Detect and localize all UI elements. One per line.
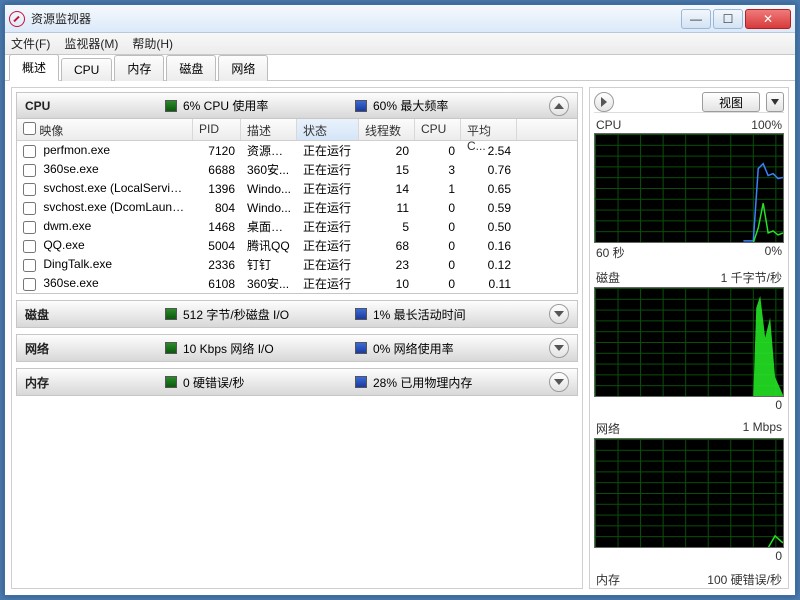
table-row[interactable]: dwm.exe1468桌面窗...正在运行500.50 bbox=[17, 217, 577, 236]
row-checkbox[interactable] bbox=[23, 221, 36, 234]
collapse-cpu-button[interactable] bbox=[549, 96, 569, 116]
network-section-title: 网络 bbox=[25, 340, 155, 357]
select-all-checkbox[interactable] bbox=[23, 122, 36, 135]
cpu-section: CPU 6% CPU 使用率 60% 最大频率 映像 PID 描述 状态 线程数… bbox=[16, 92, 578, 294]
tab-cpu[interactable]: CPU bbox=[61, 58, 112, 81]
disk-chart bbox=[594, 287, 784, 397]
left-pane: CPU 6% CPU 使用率 60% 最大频率 映像 PID 描述 状态 线程数… bbox=[11, 87, 583, 589]
tab-memory[interactable]: 内存 bbox=[114, 55, 164, 81]
cpu-table-body: perfmon.exe7120资源和...正在运行2002.54 360se.e… bbox=[17, 141, 577, 293]
network-section-header[interactable]: 网络 10 Kbps 网络 I/O 0% 网络使用率 bbox=[17, 335, 577, 361]
tabbar: 概述 CPU 内存 磁盘 网络 bbox=[5, 55, 795, 81]
tab-network[interactable]: 网络 bbox=[218, 55, 268, 81]
tab-disk[interactable]: 磁盘 bbox=[166, 55, 216, 81]
chevron-up-icon bbox=[554, 103, 564, 109]
expand-disk-button[interactable] bbox=[549, 304, 569, 324]
collapse-charts-button[interactable] bbox=[594, 92, 614, 112]
network-section: 网络 10 Kbps 网络 I/O 0% 网络使用率 bbox=[16, 334, 578, 362]
menu-help[interactable]: 帮助(H) bbox=[132, 35, 173, 52]
col-threads[interactable]: 线程数 bbox=[359, 119, 415, 140]
row-checkbox[interactable] bbox=[23, 278, 36, 291]
menubar: 文件(F) 监视器(M) 帮助(H) bbox=[5, 33, 795, 55]
expand-memory-button[interactable] bbox=[549, 372, 569, 392]
col-image[interactable]: 映像 bbox=[17, 119, 193, 140]
close-button[interactable]: ✕ bbox=[745, 9, 791, 29]
tab-overview[interactable]: 概述 bbox=[9, 54, 59, 81]
maximize-button[interactable]: ☐ bbox=[713, 9, 743, 29]
chevron-down-icon bbox=[554, 379, 564, 385]
menu-file[interactable]: 文件(F) bbox=[11, 35, 50, 52]
cpu-freq-label: 60% 最大频率 bbox=[373, 97, 448, 114]
resource-monitor-window: 资源监视器 — ☐ ✕ 文件(F) 监视器(M) 帮助(H) 概述 CPU 内存… bbox=[4, 4, 796, 596]
col-desc[interactable]: 描述 bbox=[241, 119, 297, 140]
view-button[interactable]: 视图 bbox=[702, 92, 760, 112]
row-checkbox[interactable] bbox=[23, 183, 36, 196]
green-square-icon bbox=[165, 308, 177, 320]
cpu-chart-block: CPU100% 60 秒0% bbox=[594, 117, 784, 262]
app-icon bbox=[9, 11, 25, 27]
col-pid[interactable]: PID bbox=[193, 119, 241, 140]
titlebar[interactable]: 资源监视器 — ☐ ✕ bbox=[5, 5, 795, 33]
row-checkbox[interactable] bbox=[23, 145, 36, 158]
expand-network-button[interactable] bbox=[549, 338, 569, 358]
green-square-icon bbox=[165, 376, 177, 388]
chevron-down-icon bbox=[554, 345, 564, 351]
table-row[interactable]: 360se.exe6108360安...正在运行1000.11 bbox=[17, 274, 577, 293]
table-row[interactable]: svchost.exe (LocalServiceN...1396Windo..… bbox=[17, 179, 577, 198]
network-chart-block: 网络1 Mbps 0 bbox=[594, 419, 784, 564]
disk-section: 磁盘 512 字节/秒磁盘 I/O 1% 最长活动时间 bbox=[16, 300, 578, 328]
memory-section-header[interactable]: 内存 0 硬错误/秒 28% 已用物理内存 bbox=[17, 369, 577, 395]
right-pane: 视图 CPU100% 60 秒0% 磁盘1 千字节/秒 bbox=[589, 87, 789, 589]
cpu-table-header: 映像 PID 描述 状态 线程数 CPU 平均 C... bbox=[17, 119, 577, 141]
table-row[interactable]: QQ.exe5004腾讯QQ正在运行6800.16 bbox=[17, 236, 577, 255]
cpu-usage-label: 6% CPU 使用率 bbox=[183, 97, 268, 114]
col-status[interactable]: 状态 bbox=[297, 119, 359, 140]
menu-monitor[interactable]: 监视器(M) bbox=[64, 35, 118, 52]
blue-square-icon bbox=[355, 100, 367, 112]
disk-section-header[interactable]: 磁盘 512 字节/秒磁盘 I/O 1% 最长活动时间 bbox=[17, 301, 577, 327]
network-chart bbox=[594, 438, 784, 548]
col-avg[interactable]: 平均 C... bbox=[461, 119, 517, 140]
view-dropdown-button[interactable] bbox=[766, 92, 784, 112]
row-checkbox[interactable] bbox=[23, 202, 36, 215]
row-checkbox[interactable] bbox=[23, 259, 36, 272]
cpu-chart bbox=[594, 133, 784, 243]
blue-square-icon bbox=[355, 308, 367, 320]
row-checkbox[interactable] bbox=[23, 164, 36, 177]
chevron-down-icon bbox=[554, 311, 564, 317]
disk-chart-block: 磁盘1 千字节/秒 0 bbox=[594, 268, 784, 413]
green-square-icon bbox=[165, 100, 177, 112]
table-row[interactable]: 360se.exe6688360安...正在运行1530.76 bbox=[17, 160, 577, 179]
memory-section-title: 内存 bbox=[25, 374, 155, 391]
minimize-button[interactable]: — bbox=[681, 9, 711, 29]
cpu-section-title: CPU bbox=[25, 99, 155, 113]
green-square-icon bbox=[165, 342, 177, 354]
blue-square-icon bbox=[355, 376, 367, 388]
window-title: 资源监视器 bbox=[31, 10, 681, 27]
memory-section: 内存 0 硬错误/秒 28% 已用物理内存 bbox=[16, 368, 578, 396]
disk-section-title: 磁盘 bbox=[25, 306, 155, 323]
col-cpu[interactable]: CPU bbox=[415, 119, 461, 140]
cpu-section-header[interactable]: CPU 6% CPU 使用率 60% 最大频率 bbox=[17, 93, 577, 119]
blue-square-icon bbox=[355, 342, 367, 354]
table-row[interactable]: perfmon.exe7120资源和...正在运行2002.54 bbox=[17, 141, 577, 160]
table-row[interactable]: DingTalk.exe2336钉钉正在运行2300.12 bbox=[17, 255, 577, 274]
chevron-right-icon bbox=[601, 97, 607, 107]
triangle-down-icon bbox=[771, 99, 779, 105]
row-checkbox[interactable] bbox=[23, 240, 36, 253]
memory-chart-block: 内存100 硬错误/秒 bbox=[594, 570, 784, 589]
table-row[interactable]: svchost.exe (DcomLaunch)804Windo...正在运行1… bbox=[17, 198, 577, 217]
